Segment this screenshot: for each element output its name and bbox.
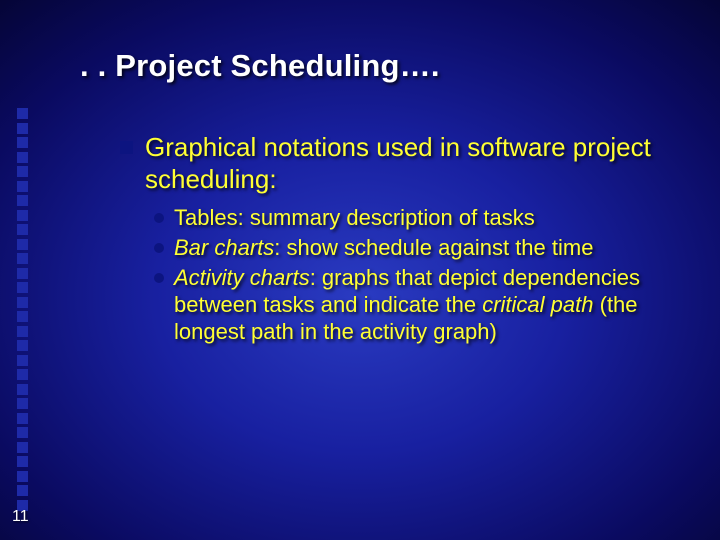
deco-square (17, 442, 28, 453)
deco-square (17, 239, 28, 250)
square-bullet-icon (120, 141, 133, 154)
deco-square (17, 398, 28, 409)
bullet-level-1: Graphical notations used in software pro… (120, 132, 680, 195)
deco-square (17, 195, 28, 206)
bullet-level-2: Activity charts: graphs that depict depe… (154, 265, 680, 345)
bullet-text: Activity charts: graphs that depict depe… (174, 265, 680, 345)
deco-square (17, 413, 28, 424)
deco-square (17, 456, 28, 467)
deco-square (17, 282, 28, 293)
deco-square (17, 297, 28, 308)
deco-square (17, 471, 28, 482)
deco-square (17, 166, 28, 177)
emphasis: Activity charts (174, 265, 310, 290)
deco-square (17, 181, 28, 192)
deco-square (17, 152, 28, 163)
emphasis: critical path (482, 292, 593, 317)
bullet-text: Bar charts: show schedule against the ti… (174, 235, 593, 262)
deco-square (17, 326, 28, 337)
plain-span: : show schedule against the time (274, 235, 593, 260)
slide-content: Graphical notations used in software pro… (120, 132, 680, 349)
emphasis: Bar charts (174, 235, 274, 260)
deco-square (17, 210, 28, 221)
bullet-text: Graphical notations used in software pro… (145, 132, 680, 195)
round-bullet-icon (154, 243, 164, 253)
round-bullet-icon (154, 213, 164, 223)
page-number: 11 (12, 508, 29, 526)
deco-square (17, 485, 28, 496)
deco-square (17, 369, 28, 380)
sub-bullets: Tables: summary description of tasks Bar… (154, 205, 680, 345)
deco-square (17, 384, 28, 395)
deco-square (17, 268, 28, 279)
slide: . . Project Scheduling…. Graphical notat… (0, 0, 720, 540)
deco-square (17, 137, 28, 148)
deco-square (17, 123, 28, 134)
deco-square (17, 311, 28, 322)
bullet-text: Tables: summary description of tasks (174, 205, 535, 232)
deco-square (17, 340, 28, 351)
round-bullet-icon (154, 273, 164, 283)
deco-square (17, 224, 28, 235)
bullet-level-2: Bar charts: show schedule against the ti… (154, 235, 680, 262)
deco-square (17, 355, 28, 366)
left-square-strip (17, 108, 28, 511)
deco-square (17, 253, 28, 264)
slide-title: . . Project Scheduling…. (80, 48, 440, 84)
deco-square (17, 108, 28, 119)
bullet-level-2: Tables: summary description of tasks (154, 205, 680, 232)
deco-square (17, 427, 28, 438)
